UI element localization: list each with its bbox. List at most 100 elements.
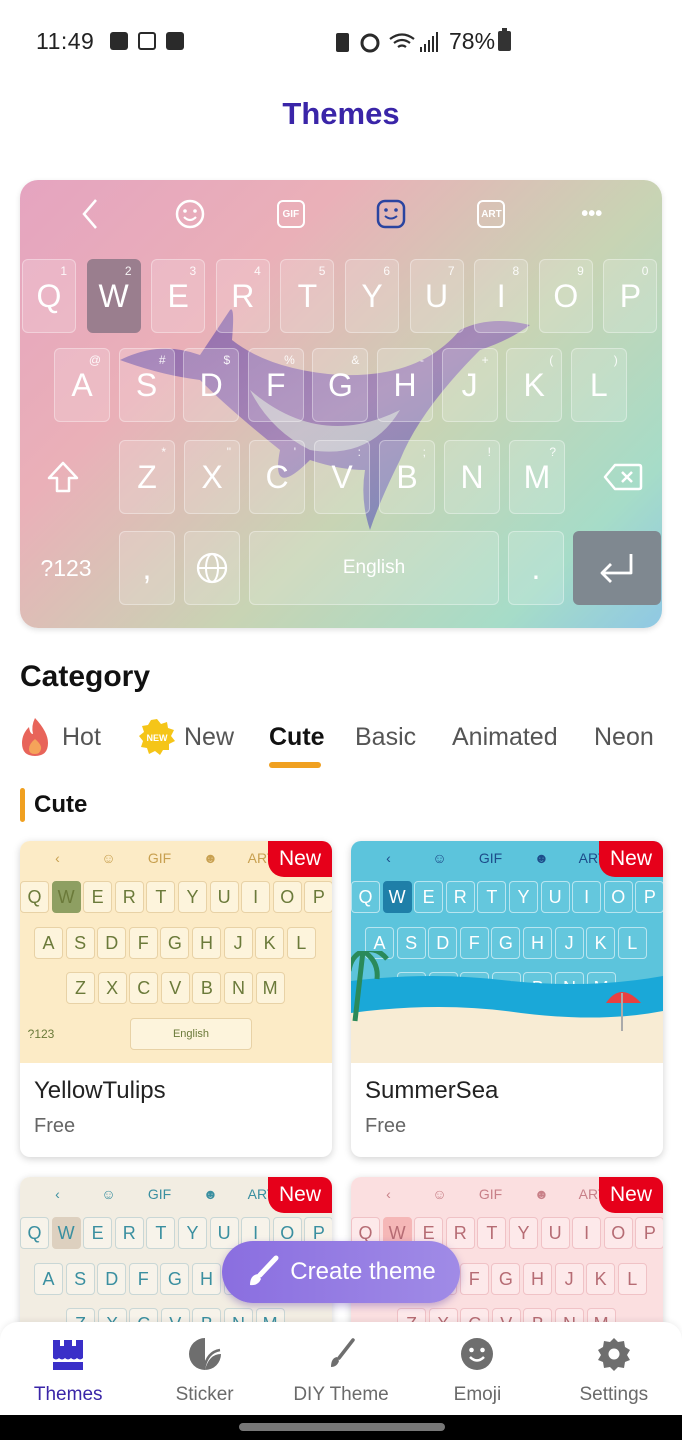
mini-key-row: QWERTYUIOP bbox=[20, 881, 332, 913]
key-m[interactable]: ? M bbox=[509, 440, 565, 514]
key-j[interactable]: + J bbox=[441, 348, 498, 422]
key-hint: 9 bbox=[577, 264, 584, 278]
mini-key: Q bbox=[20, 881, 49, 913]
key-p[interactable]: 0P bbox=[603, 259, 658, 333]
tab-label: Neon bbox=[594, 722, 654, 751]
key-hint: 8 bbox=[512, 264, 520, 278]
wifi-icon bbox=[389, 33, 415, 48]
battery-saver-icon bbox=[336, 33, 349, 52]
mini-key: D bbox=[97, 1263, 127, 1295]
key-hint: # bbox=[158, 353, 166, 367]
mini-key: N bbox=[224, 972, 253, 1004]
period-key[interactable]: . bbox=[508, 531, 564, 605]
beach-illustration bbox=[351, 951, 663, 1063]
key-g[interactable]: & G bbox=[312, 348, 369, 422]
mini-key: O bbox=[603, 881, 633, 913]
tab-cute[interactable]: Cute bbox=[269, 712, 325, 762]
section-accent-bar bbox=[20, 788, 25, 822]
key-y[interactable]: 6Y bbox=[345, 259, 399, 333]
tab-basic[interactable]: Basic bbox=[355, 712, 416, 762]
shift-key[interactable] bbox=[28, 440, 98, 514]
mini-key: Y bbox=[178, 881, 207, 913]
art-icon[interactable]: ART bbox=[474, 197, 508, 231]
font-icon bbox=[110, 32, 128, 50]
mini-key: Q bbox=[351, 881, 380, 913]
key-label: E bbox=[167, 277, 189, 314]
nav-diy-theme[interactable]: DIY Theme bbox=[273, 1322, 409, 1415]
tab-new[interactable]: NEW New bbox=[138, 712, 234, 762]
battery-charging-icon bbox=[498, 28, 511, 51]
mini-toolbar-icon: GIF bbox=[478, 1186, 503, 1202]
create-theme-button[interactable]: Create theme bbox=[222, 1241, 460, 1303]
more-icon[interactable]: ••• bbox=[575, 197, 609, 231]
key-hint: ; bbox=[422, 445, 426, 459]
keyboard-theme-preview[interactable]: GIF ART ••• 1Q2W3E4R5T6Y7U8I9O0P @ A # S $ D%… bbox=[20, 180, 662, 628]
key-q[interactable]: 1Q bbox=[22, 259, 76, 333]
key-s[interactable]: # S bbox=[118, 348, 175, 422]
key-t[interactable]: 5T bbox=[280, 259, 335, 333]
mini-toolbar-icon: ☺ bbox=[432, 850, 447, 866]
theme-card-yellowtulips[interactable]: ‹ ☺ GIF ☻ ART Q W E R T Y U I O P A S D F G H J K L Z X C V B N M ?123 E… bbox=[20, 841, 332, 1157]
theme-name: YellowTulips bbox=[34, 1077, 166, 1104]
key-v[interactable]: :V bbox=[314, 440, 370, 514]
key-i[interactable]: 8I bbox=[474, 259, 529, 333]
sticker-icon[interactable] bbox=[374, 197, 408, 231]
key-d[interactable]: $ D bbox=[183, 348, 240, 422]
key-l[interactable]: ) L bbox=[570, 348, 627, 422]
notification-icons bbox=[110, 32, 184, 50]
mini-toolbar-icon: ☺ bbox=[101, 850, 116, 866]
section-header: Cute bbox=[20, 788, 87, 822]
symbols-key[interactable]: ?123 bbox=[24, 531, 108, 605]
key-hint: " bbox=[226, 445, 231, 459]
mini-key: U bbox=[209, 1217, 239, 1249]
theme-name: SummerSea bbox=[365, 1077, 499, 1104]
comma-key[interactable]: , bbox=[119, 531, 175, 605]
key-r[interactable]: 4R bbox=[215, 259, 270, 333]
active-tab-indicator bbox=[269, 762, 321, 768]
gif-icon[interactable]: GIF bbox=[274, 197, 308, 231]
key-f[interactable]: % F bbox=[247, 348, 304, 422]
key-a[interactable]: @ A bbox=[54, 348, 110, 422]
key-c[interactable]: ' C bbox=[249, 440, 305, 514]
nav-settings[interactable]: Settings bbox=[546, 1322, 682, 1415]
mini-toolbar-icon: ☺ bbox=[432, 1186, 447, 1202]
key-n[interactable]: ! N bbox=[444, 440, 500, 514]
space-key[interactable]: English bbox=[249, 531, 499, 605]
nav-sticker[interactable]: Sticker bbox=[136, 1322, 272, 1415]
brush-icon bbox=[331, 1338, 355, 1367]
tab-animated[interactable]: Animated bbox=[452, 712, 558, 762]
nav-emoji[interactable]: Emoji bbox=[409, 1322, 545, 1415]
tab-neon[interactable]: Neon bbox=[594, 712, 654, 762]
emoji-icon bbox=[461, 1338, 494, 1370]
key-k[interactable]: (K bbox=[506, 348, 563, 422]
theme-card-summersea[interactable]: ‹☺GIF☻ARTQWERTYUIOPASDFGHJKLZXCVBNM?123E… bbox=[351, 841, 663, 1157]
enter-key[interactable] bbox=[573, 531, 661, 605]
key-label: H bbox=[393, 366, 417, 403]
key-hint: 0 bbox=[641, 264, 649, 278]
mini-key: F bbox=[459, 1263, 489, 1295]
key-w[interactable]: 2W bbox=[86, 259, 141, 333]
key-e[interactable]: 3E bbox=[151, 259, 206, 333]
mini-key: Y bbox=[509, 881, 538, 913]
tab-label: New bbox=[184, 722, 235, 751]
backspace-key[interactable] bbox=[588, 440, 658, 514]
new-tag: New bbox=[268, 1177, 332, 1213]
home-gesture-handle[interactable] bbox=[239, 1423, 445, 1431]
tab-label: Hot bbox=[62, 722, 101, 751]
key-z[interactable]: * Z bbox=[119, 440, 175, 514]
nav-themes[interactable]: Themes bbox=[0, 1322, 136, 1415]
mini-key: V bbox=[160, 972, 190, 1004]
key-label: M bbox=[523, 458, 551, 495]
key-hint: + bbox=[481, 353, 489, 367]
key-hint: ( bbox=[549, 353, 554, 367]
globe-key[interactable] bbox=[184, 531, 240, 605]
key-o[interactable]: 9O bbox=[538, 259, 593, 333]
emoji-icon[interactable] bbox=[173, 197, 207, 231]
key-x[interactable]: " X bbox=[184, 440, 240, 514]
key-h[interactable]: -H bbox=[377, 348, 433, 422]
tab-hot[interactable]: Hot bbox=[20, 712, 101, 762]
back-icon[interactable] bbox=[73, 197, 107, 231]
key-b[interactable]: ; B bbox=[379, 440, 435, 514]
mini-key: F bbox=[128, 927, 158, 959]
key-u[interactable]: 7U bbox=[409, 259, 464, 333]
